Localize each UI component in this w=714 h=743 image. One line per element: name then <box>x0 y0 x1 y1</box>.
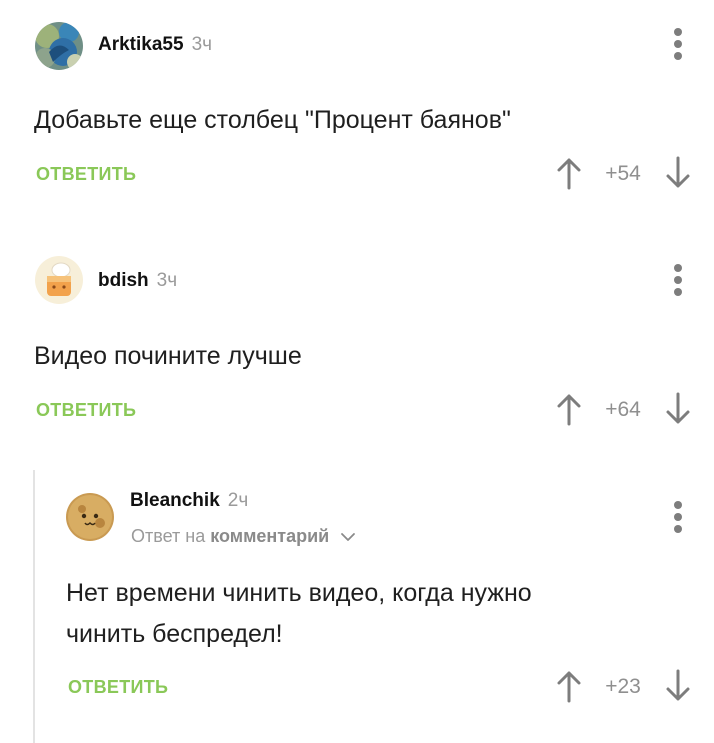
more-options-button[interactable] <box>668 501 688 535</box>
rating-value: +54 <box>605 162 641 185</box>
more-vertical-icon <box>674 264 682 272</box>
rating-value: +64 <box>605 398 641 421</box>
arrow-down-icon <box>666 156 690 188</box>
avatar[interactable] <box>35 22 83 70</box>
more-options-button[interactable] <box>668 264 688 298</box>
reply-button[interactable]: ОТВЕТИТЬ <box>68 677 168 698</box>
author-label[interactable]: bdish <box>98 270 149 291</box>
downvote-button[interactable] <box>664 156 692 190</box>
timestamp: 3ч <box>191 34 213 55</box>
avatar[interactable] <box>35 256 83 304</box>
reply-button[interactable]: ОТВЕТИТЬ <box>36 164 136 185</box>
comment-text: Добавьте еще столбец "Процент баянов" <box>34 106 511 134</box>
reply-to-link[interactable]: Ответ на комментарий <box>131 526 356 547</box>
arrow-up-icon <box>557 394 581 426</box>
author-label[interactable]: Arktika55 <box>98 34 184 55</box>
downvote-button[interactable] <box>664 392 692 426</box>
comment-arktika55: Arktika55 3ч Добавьте еще столбец "Процен… <box>0 0 714 220</box>
author-label[interactable]: Bleanchik <box>130 490 220 511</box>
comment-bdish: bdish 3ч Видео почините лучше ОТВЕТИТЬ +6… <box>0 236 714 456</box>
comment-text: Видео почините лучше <box>34 342 302 370</box>
upvote-button[interactable] <box>555 156 583 190</box>
arrow-down-icon <box>666 669 690 701</box>
author-name[interactable]: bdish 3ч <box>98 270 177 292</box>
arrow-up-icon <box>557 671 581 703</box>
rating-value: +23 <box>605 675 641 698</box>
comment-text: Нет времени чинить видео, когда нужно чи… <box>66 573 532 655</box>
author-name[interactable]: Bleanchik 2ч <box>130 490 248 512</box>
author-name[interactable]: Arktika55 3ч <box>98 34 212 56</box>
comment-text-line: чинить беспредел! <box>66 620 283 648</box>
arrow-down-icon <box>666 392 690 424</box>
arrow-up-icon <box>557 158 581 190</box>
comment-text-line: Нет времени чинить видео, когда нужно <box>66 579 532 607</box>
timestamp: 2ч <box>227 490 249 511</box>
reply-button[interactable]: ОТВЕТИТЬ <box>36 400 136 421</box>
comment-bleanchik: Bleanchik 2ч Ответ на комментарий Нет вре… <box>0 472 714 743</box>
reply-to-prefix: Ответ на <box>131 526 206 546</box>
reply-to-target[interactable]: комментарий <box>210 526 329 546</box>
downvote-button[interactable] <box>664 669 692 703</box>
more-vertical-icon <box>674 28 682 36</box>
more-vertical-icon <box>674 501 682 509</box>
timestamp: 3ч <box>156 270 178 291</box>
upvote-button[interactable] <box>555 392 583 426</box>
upvote-button[interactable] <box>555 669 583 703</box>
chevron-down-icon[interactable] <box>340 531 356 543</box>
avatar[interactable] <box>66 493 114 541</box>
more-options-button[interactable] <box>668 28 688 62</box>
